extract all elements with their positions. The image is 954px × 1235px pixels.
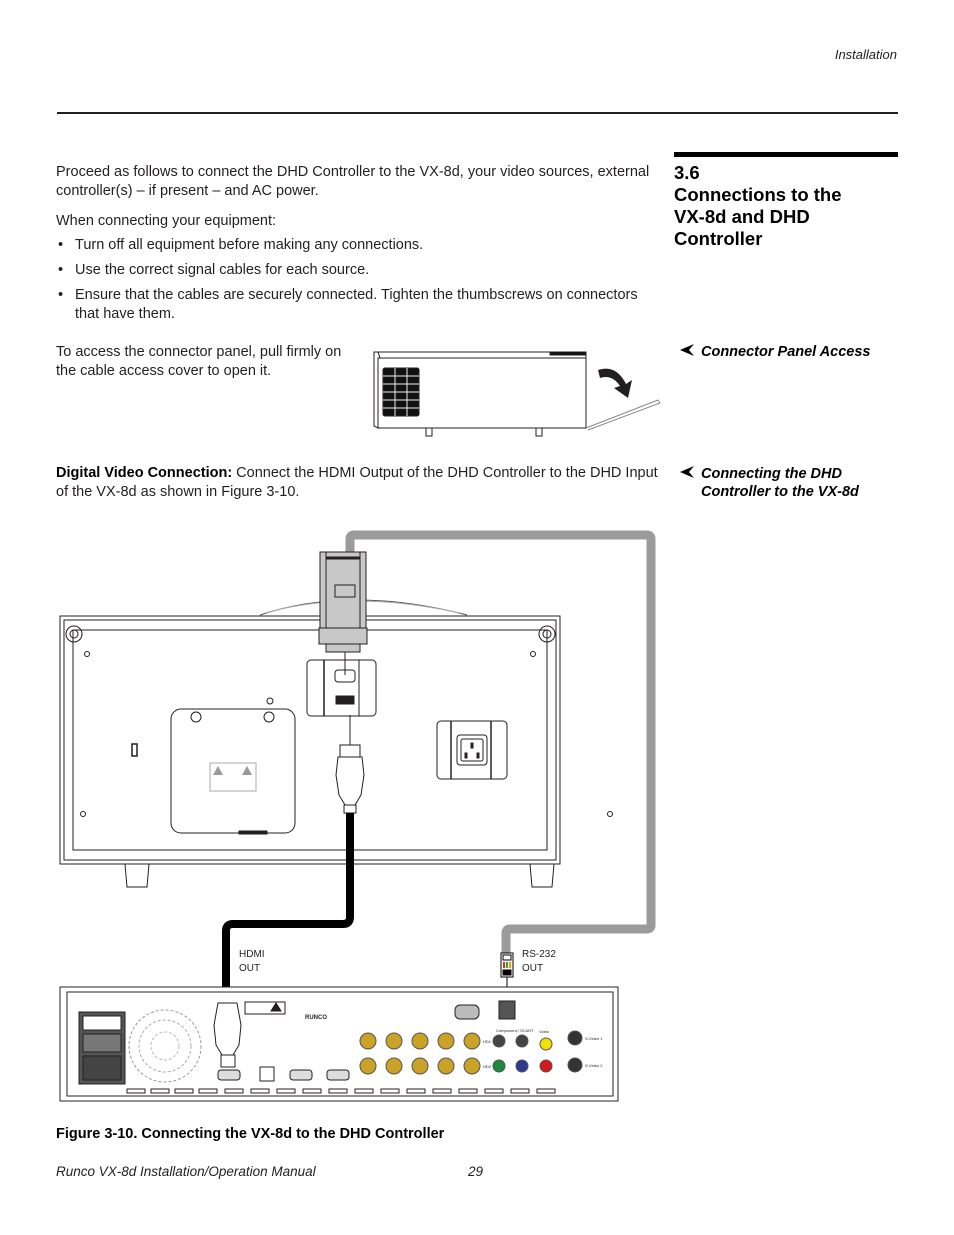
dhd-controller-rear-panel [59,986,619,1102]
video-label: Video [539,1029,550,1034]
figure-caption: Figure 3-10. Connecting the VX-8d to the… [56,1126,445,1142]
section-heading: 3.6 Connections to the VX-8d and DHD Con… [674,162,904,250]
bullet-icon: • [58,287,64,303]
section-title-line: VX-8d and DHD [674,206,810,227]
section-title-line: Connections to the [674,184,842,205]
intro-paragraph: Proceed as follows to connect the DHD Co… [56,164,650,199]
sidenote-arrow-icon [679,465,695,484]
runco-brand: RUNCO [305,1015,327,1021]
digital-video-lead: Digital Video Connection: [56,465,233,481]
rs232-out-label: OUT [522,963,543,974]
bullet-icon: • [58,237,64,253]
projector-side-illustration [373,351,661,437]
precautions-list: • Turn off all equipment before making an… [56,236,656,330]
section-rule [674,152,898,157]
list-item-text: Ensure that the cables are securely conn… [75,287,638,322]
list-item: • Use the correct signal cables for each … [56,261,656,280]
connector-panel-text: To access the connector panel, pull firm… [56,344,342,379]
intro-lead-in: When connecting your equipment: [56,213,277,229]
sidenote-label: Connecting the DHD Controller to the VX-… [701,466,859,500]
open-arrow-icon [598,368,632,398]
list-item: • Ensure that the cables are securely con… [56,286,656,324]
hd2-label: HD2 [483,1064,492,1069]
svideo2-label: S-Video 2 [585,1063,603,1068]
component-scart-label: Component / SCART [496,1028,534,1033]
connection-diagram: HDMI OUT RS-232 OUT RUNCO Component / SC… [59,530,656,1102]
sidenote-connecting-dhd: Connecting the DHD Controller to the VX-… [679,465,919,505]
digital-video-paragraph: Digital Video Connection: Connect the HD… [56,464,666,502]
header-rule [57,112,898,114]
sidenote-label: Connector Panel Access [701,344,871,360]
list-item: • Turn off all equipment before making an… [56,236,656,255]
sidenote-connector-panel: Connector Panel Access [679,343,919,363]
list-item-text: Turn off all equipment before making any… [75,237,424,253]
section-title-line: Controller [674,228,763,249]
section-number: 3.6 [674,162,700,183]
header-section-label: Installation [834,47,897,62]
bullet-icon: • [58,262,64,278]
svideo1-label: S-Video 1 [585,1036,603,1041]
list-item-text: Use the correct signal cables for each s… [75,262,370,278]
hdmi-out-label: OUT [239,963,260,974]
sidenote-arrow-icon [679,343,695,362]
rs232-out-label: RS-232 [522,949,556,960]
hdmi-out-label: HDMI [239,949,265,960]
footer-manual-title: Runco VX-8d Installation/Operation Manua… [56,1164,316,1179]
footer-page-number: 29 [468,1164,484,1179]
hd1-label: HD1 [483,1039,492,1044]
